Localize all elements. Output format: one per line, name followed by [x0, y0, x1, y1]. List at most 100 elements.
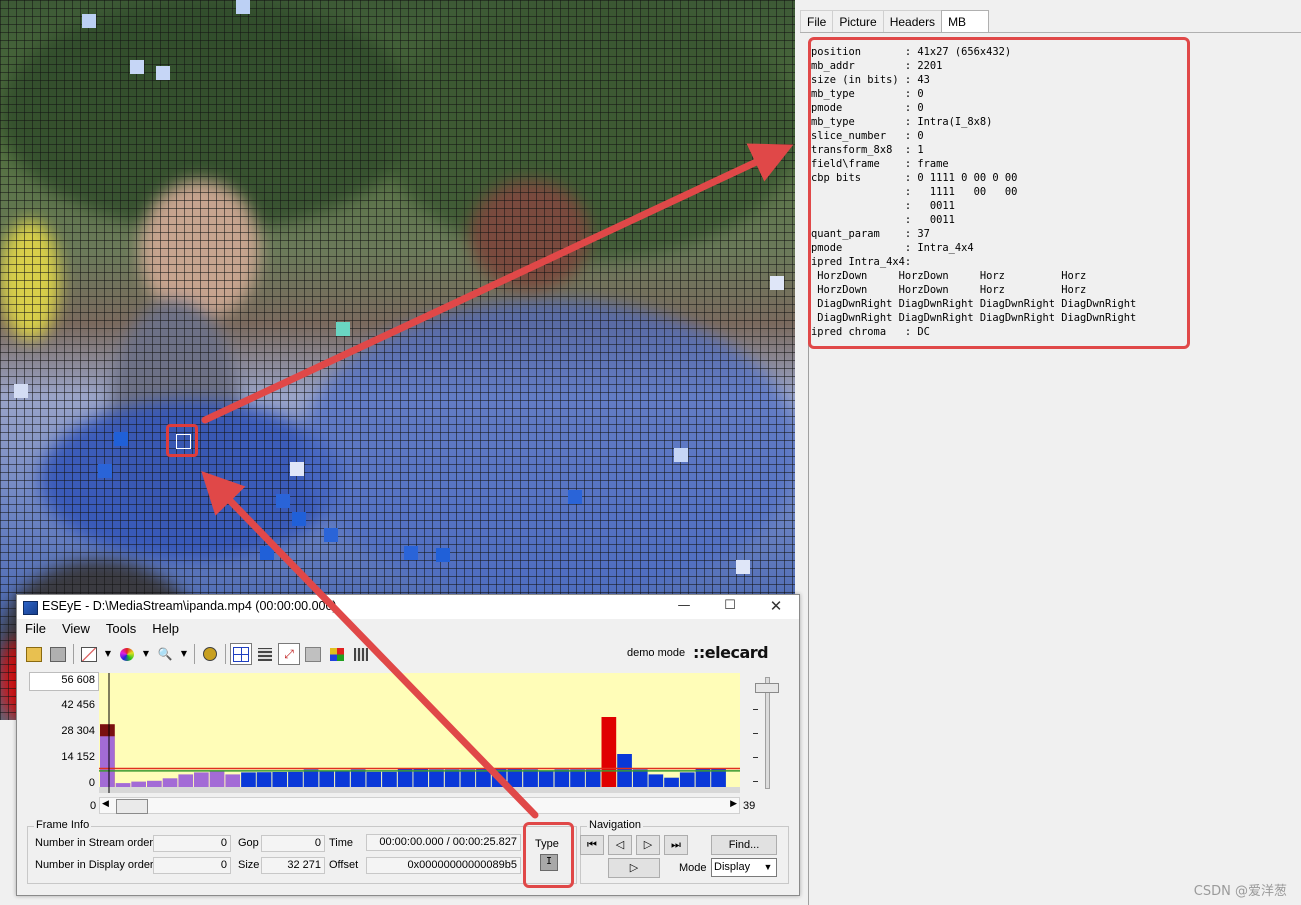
frame-bar[interactable] — [570, 769, 585, 788]
frame-bar[interactable] — [444, 769, 460, 788]
frame-bar[interactable] — [131, 781, 146, 787]
frame-bar[interactable] — [460, 769, 476, 788]
frame-bar[interactable] — [554, 769, 570, 788]
intra-block — [568, 490, 582, 504]
frame-bar[interactable] — [429, 769, 444, 788]
app-icon — [23, 601, 38, 615]
y-tick-label: 42 456 — [61, 699, 95, 711]
frame-bar[interactable] — [538, 770, 554, 788]
frame-bar[interactable] — [491, 769, 507, 787]
x-end-label: 39 — [743, 800, 756, 812]
frame-bar[interactable] — [507, 769, 523, 787]
intra-block — [130, 60, 144, 74]
frame-bar[interactable] — [319, 770, 335, 787]
frame-bar[interactable] — [147, 780, 162, 787]
frame-bar[interactable] — [601, 717, 617, 787]
scroll-left-icon[interactable]: ◀ — [102, 799, 109, 809]
tab-mb[interactable]: MB — [941, 10, 990, 32]
next-frame-button[interactable]: ▷ — [636, 835, 660, 855]
frame-bar[interactable] — [194, 772, 209, 787]
intra-block — [276, 494, 290, 508]
frame-bar[interactable] — [178, 774, 194, 787]
minimize-icon[interactable]: — — [661, 595, 707, 619]
prev-frame-button[interactable]: ◁ — [608, 835, 632, 855]
frame-size-chart[interactable] — [99, 673, 740, 793]
frame-bar[interactable] — [382, 771, 397, 787]
tab-file[interactable]: File — [800, 10, 834, 32]
size-label: Size — [238, 859, 260, 871]
menu-file[interactable]: File — [17, 621, 54, 639]
skip-back-icon: ⏮ — [587, 839, 597, 851]
frame-bar[interactable] — [632, 769, 648, 788]
toolbar-separator — [194, 644, 195, 664]
toolbar: ▼ ▼ 🔍 ▼ ⤢ — [23, 642, 372, 666]
offset-label: Offset — [329, 859, 359, 871]
toolbar-separator — [225, 644, 226, 664]
frame-bar[interactable] — [679, 772, 695, 787]
annotation-box-type — [523, 822, 574, 888]
colored-blocks-icon[interactable] — [326, 643, 348, 665]
selected-macroblock-highlight[interactable] — [166, 424, 198, 457]
maximize-icon[interactable]: ☐ — [707, 595, 753, 619]
macroblock-grid-icon[interactable] — [254, 643, 276, 665]
slider-tick — [753, 757, 758, 758]
save-icon[interactable] — [47, 643, 69, 665]
info-icon[interactable] — [199, 643, 221, 665]
mb-map-icon[interactable] — [350, 643, 372, 665]
frame-bar[interactable] — [366, 771, 382, 787]
play-icon: ▷ — [629, 862, 639, 874]
frame-bar[interactable] — [272, 772, 288, 787]
mode-select[interactable]: Display ▼ — [711, 858, 777, 877]
frame-bar[interactable] — [162, 778, 178, 787]
frame-bar[interactable] — [256, 772, 272, 787]
frame-bar[interactable] — [476, 769, 491, 787]
frame-bar[interactable] — [664, 777, 679, 787]
frame-bar[interactable] — [585, 769, 601, 788]
motion-vector-icon[interactable]: ⤢ — [278, 643, 300, 665]
frame-bar[interactable] — [241, 772, 256, 787]
slider-tick — [753, 781, 758, 782]
open-folder-icon[interactable] — [23, 643, 45, 665]
menu-view[interactable]: View — [54, 621, 98, 639]
close-icon[interactable]: ✕ — [753, 595, 799, 619]
tab-divider — [800, 32, 1301, 33]
frame-bar[interactable] — [350, 769, 366, 788]
frame-bar[interactable] — [288, 771, 303, 787]
first-frame-button[interactable]: ⏮ — [580, 835, 604, 855]
grid-lines-icon[interactable] — [230, 643, 252, 665]
slider-thumb[interactable] — [755, 683, 779, 693]
find-button[interactable]: Find... — [711, 835, 777, 855]
window-titlebar[interactable]: ESEyE - D:\MediaStream\ipanda.mp4 (00:00… — [17, 595, 799, 619]
frame-bar[interactable] — [335, 770, 350, 787]
chart-icon[interactable] — [78, 643, 100, 665]
scroll-right-icon[interactable]: ▶ — [730, 799, 737, 809]
zoom-icon[interactable]: 🔍 — [154, 643, 176, 665]
menu-help[interactable]: Help — [144, 621, 187, 639]
tab-headers[interactable]: Headers — [882, 10, 943, 32]
chart-horizontal-scrollbar[interactable]: ◀ ▶ — [99, 797, 740, 814]
frame-bar[interactable] — [303, 769, 319, 788]
intra-block — [98, 464, 112, 478]
time-label: Time — [329, 837, 354, 849]
frame-bar[interactable] — [115, 783, 131, 787]
menu-tools[interactable]: Tools — [98, 621, 144, 639]
intra-block — [292, 512, 306, 526]
block-type-icon[interactable] — [302, 643, 324, 665]
frame-bar[interactable] — [523, 769, 538, 788]
frame-bar[interactable] — [648, 774, 664, 787]
chevron-down-icon[interactable]: ▼ — [102, 643, 114, 665]
scrollbar-thumb[interactable] — [116, 799, 148, 814]
eseye-window: ESEyE - D:\MediaStream\ipanda.mp4 (00:00… — [16, 594, 800, 896]
last-frame-button[interactable]: ⏭ — [664, 835, 688, 855]
chevron-down-icon[interactable]: ▼ — [178, 643, 190, 665]
tab-picture[interactable]: Picture — [832, 10, 884, 32]
chevron-down-icon[interactable]: ▼ — [140, 643, 152, 665]
color-wheel-icon[interactable] — [116, 643, 138, 665]
y-tick-label: 0 — [88, 777, 95, 789]
y-tick-label: 14 152 — [61, 751, 95, 763]
frame-bar[interactable] — [225, 774, 241, 787]
frame-bar[interactable] — [209, 771, 225, 788]
chart-zoom-slider[interactable] — [751, 673, 781, 795]
mode-select-value: Display — [714, 861, 751, 873]
play-button[interactable]: ▷ — [608, 858, 660, 878]
